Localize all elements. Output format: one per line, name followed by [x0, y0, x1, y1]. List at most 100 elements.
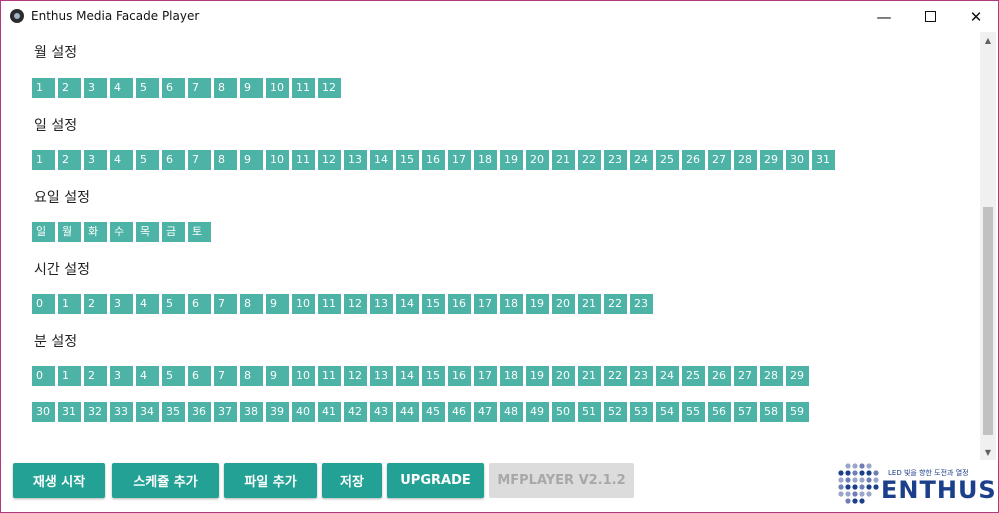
upgrade-button[interactable]: UPGRADE	[387, 463, 484, 498]
option-chip[interactable]: 23	[604, 150, 627, 170]
option-chip[interactable]: 3	[110, 366, 133, 386]
option-chip[interactable]: 1	[58, 366, 81, 386]
option-chip[interactable]: 11	[318, 366, 341, 386]
option-chip[interactable]: 20	[552, 294, 575, 314]
option-chip[interactable]: 21	[578, 366, 601, 386]
option-chip[interactable]: 35	[162, 402, 185, 422]
option-chip[interactable]: 22	[578, 150, 601, 170]
vertical-scrollbar[interactable]: ▲ ▼	[980, 32, 996, 460]
maximize-button[interactable]	[907, 1, 953, 32]
option-chip[interactable]: 34	[136, 402, 159, 422]
option-chip[interactable]: 16	[448, 366, 471, 386]
option-chip[interactable]: 43	[370, 402, 393, 422]
play-start-button[interactable]: 재생 시작	[13, 463, 105, 498]
option-chip[interactable]: 44	[396, 402, 419, 422]
option-chip[interactable]: 22	[604, 366, 627, 386]
option-chip[interactable]: 29	[786, 366, 809, 386]
option-chip[interactable]: 8	[240, 294, 263, 314]
option-chip[interactable]: 5	[162, 366, 185, 386]
option-chip[interactable]: 2	[58, 150, 81, 170]
scroll-down-arrow-icon[interactable]: ▼	[980, 444, 996, 460]
option-chip[interactable]: 2	[84, 294, 107, 314]
option-chip[interactable]: 23	[630, 366, 653, 386]
option-chip[interactable]: 12	[344, 294, 367, 314]
option-chip[interactable]: 6	[188, 294, 211, 314]
option-chip[interactable]: 금	[162, 222, 185, 242]
add-schedule-button[interactable]: 스케쥴 추가	[112, 463, 219, 498]
option-chip[interactable]: 9	[240, 150, 263, 170]
option-chip[interactable]: 6	[188, 366, 211, 386]
scrollbar-thumb[interactable]	[983, 207, 993, 435]
option-chip[interactable]: 47	[474, 402, 497, 422]
option-chip[interactable]: 54	[656, 402, 679, 422]
option-chip[interactable]: 46	[448, 402, 471, 422]
option-chip[interactable]: 7	[214, 366, 237, 386]
option-chip[interactable]: 38	[240, 402, 263, 422]
option-chip[interactable]: 8	[214, 78, 237, 98]
option-chip[interactable]: 20	[552, 366, 575, 386]
option-chip[interactable]: 19	[500, 150, 523, 170]
option-chip[interactable]: 0	[32, 294, 55, 314]
option-chip[interactable]: 52	[604, 402, 627, 422]
option-chip[interactable]: 17	[448, 150, 471, 170]
option-chip[interactable]: 39	[266, 402, 289, 422]
option-chip[interactable]: 31	[812, 150, 835, 170]
option-chip[interactable]: 6	[162, 78, 185, 98]
option-chip[interactable]: 5	[136, 78, 159, 98]
option-chip[interactable]: 1	[32, 78, 55, 98]
option-chip[interactable]: 14	[396, 366, 419, 386]
option-chip[interactable]: 17	[474, 366, 497, 386]
option-chip[interactable]: 27	[734, 366, 757, 386]
option-chip[interactable]: 25	[656, 150, 679, 170]
option-chip[interactable]: 토	[188, 222, 211, 242]
option-chip[interactable]: 30	[32, 402, 55, 422]
option-chip[interactable]: 9	[240, 78, 263, 98]
option-chip[interactable]: 11	[318, 294, 341, 314]
option-chip[interactable]: 15	[422, 366, 445, 386]
option-chip[interactable]: 36	[188, 402, 211, 422]
option-chip[interactable]: 8	[214, 150, 237, 170]
option-chip[interactable]: 50	[552, 402, 575, 422]
option-chip[interactable]: 21	[552, 150, 575, 170]
option-chip[interactable]: 27	[708, 150, 731, 170]
option-chip[interactable]: 화	[84, 222, 107, 242]
option-chip[interactable]: 일	[32, 222, 55, 242]
option-chip[interactable]: 10	[266, 150, 289, 170]
option-chip[interactable]: 11	[292, 78, 315, 98]
option-chip[interactable]: 58	[760, 402, 783, 422]
option-chip[interactable]: 41	[318, 402, 341, 422]
option-chip[interactable]: 13	[370, 294, 393, 314]
option-chip[interactable]: 16	[448, 294, 471, 314]
option-chip[interactable]: 10	[266, 78, 289, 98]
option-chip[interactable]: 2	[58, 78, 81, 98]
option-chip[interactable]: 11	[292, 150, 315, 170]
option-chip[interactable]: 56	[708, 402, 731, 422]
option-chip[interactable]: 22	[604, 294, 627, 314]
option-chip[interactable]: 4	[110, 150, 133, 170]
save-button[interactable]: 저장	[322, 463, 382, 498]
option-chip[interactable]: 3	[84, 150, 107, 170]
option-chip[interactable]: 4	[136, 366, 159, 386]
option-chip[interactable]: 5	[162, 294, 185, 314]
option-chip[interactable]: 9	[266, 294, 289, 314]
option-chip[interactable]: 15	[396, 150, 419, 170]
option-chip[interactable]: 24	[630, 150, 653, 170]
scroll-up-arrow-icon[interactable]: ▲	[980, 32, 996, 48]
option-chip[interactable]: 25	[682, 366, 705, 386]
option-chip[interactable]: 21	[578, 294, 601, 314]
option-chip[interactable]: 32	[84, 402, 107, 422]
option-chip[interactable]: 53	[630, 402, 653, 422]
option-chip[interactable]: 12	[318, 78, 341, 98]
option-chip[interactable]: 12	[318, 150, 341, 170]
option-chip[interactable]: 19	[526, 294, 549, 314]
option-chip[interactable]: 18	[500, 366, 523, 386]
option-chip[interactable]: 14	[396, 294, 419, 314]
option-chip[interactable]: 6	[162, 150, 185, 170]
option-chip[interactable]: 59	[786, 402, 809, 422]
option-chip[interactable]: 8	[240, 366, 263, 386]
option-chip[interactable]: 26	[708, 366, 731, 386]
option-chip[interactable]: 14	[370, 150, 393, 170]
option-chip[interactable]: 월	[58, 222, 81, 242]
option-chip[interactable]: 48	[500, 402, 523, 422]
option-chip[interactable]: 7	[214, 294, 237, 314]
